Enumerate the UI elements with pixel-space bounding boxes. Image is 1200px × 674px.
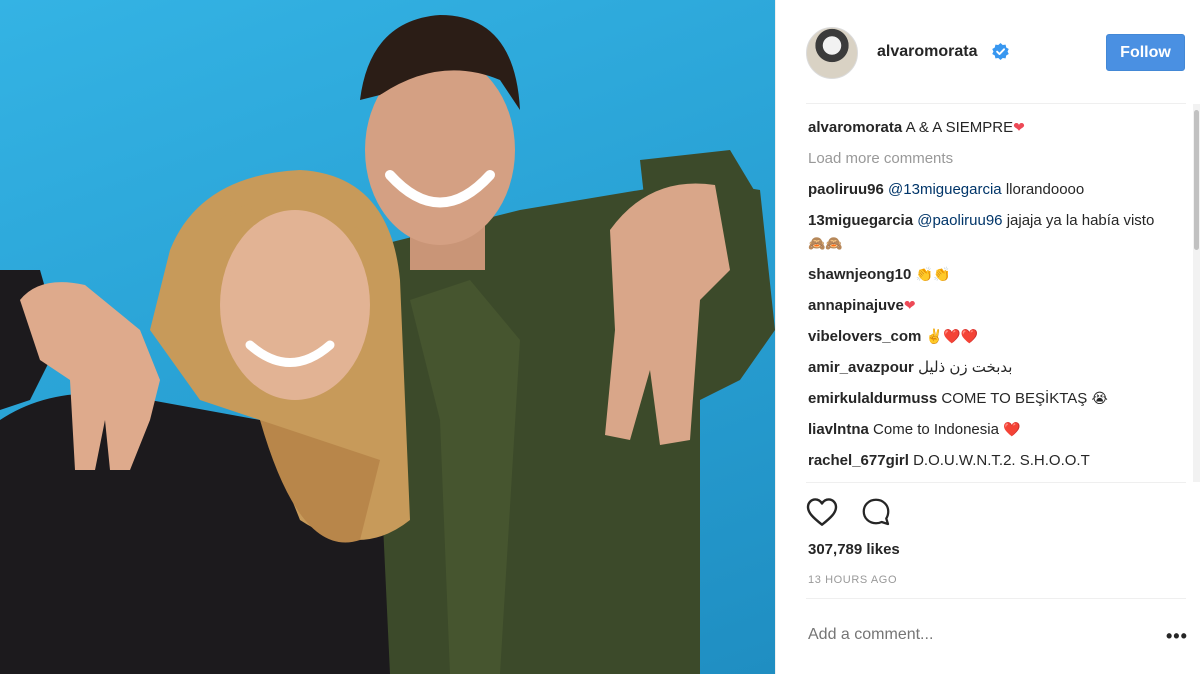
comment-emoji: ✌️❤️❤️ [925,328,978,344]
comment-text: jajaja ya la había visto [1006,212,1155,229]
verified-badge-icon [992,43,1009,60]
comment-mention[interactable]: @13miguegarcia [888,181,1002,198]
post-header: alvaromorata Follow [776,0,1200,104]
comment-item: liavlntna Come to Indonesia ❤️ [808,418,1186,441]
comment-username[interactable]: amir_avazpour [808,359,914,376]
comment-emoji: 🙈🙈 [808,235,843,251]
comment-item: vibelovers_com ✌️❤️❤️ [808,325,1186,348]
comment-bubble-icon[interactable] [860,497,892,527]
comments-list: alvaromorata A & A SIEMPRE❤ Load more co… [808,116,1186,482]
comment-username[interactable]: 13miguegarcia [808,212,913,229]
comment-text: llorandoooo [1005,181,1085,198]
comment-username[interactable]: paoliruu96 [808,181,884,198]
comment-emoji: 👏👏 [915,266,951,282]
likes-count[interactable]: 307,789 likes [808,541,900,558]
comment-text: COME TO BEŞİKTAŞ [941,390,1088,407]
avatar[interactable] [806,27,858,79]
post-timestamp[interactable]: 13 HOURS AGO [808,574,897,586]
more-options-button[interactable]: ••• [1166,626,1188,647]
comment-username[interactable]: annapinajuve [808,297,904,314]
heart-icon[interactable] [806,497,838,527]
caption-heart-emoji: ❤ [1013,119,1025,135]
caption-text: A & A SIEMPRE [905,119,1014,136]
comment-item: amir_avazpour بدبخت زن ذلیل [808,356,1186,379]
post-photo[interactable] [0,0,775,674]
comment-item: emirkulaldurmuss COME TO BEŞİKTAŞ 😭 [808,387,1186,410]
comment-item: paoliruu96 @13miguegarcia llorandoooo [808,178,1186,201]
caption-username[interactable]: alvaromorata [808,119,902,136]
comment-item: shawnjeong10 👏👏 [808,263,1186,286]
comment-username[interactable]: shawnjeong10 [808,266,911,283]
header-divider [806,103,1186,104]
add-comment-input[interactable] [808,624,1108,646]
caption: alvaromorata A & A SIEMPRE❤ [808,116,1186,139]
comment-text: Come to Indonesia [873,421,999,438]
comment-username[interactable]: rachel_677girl [808,452,909,469]
comment-item: rachel_677girl D.O.U.W.N.T.2. S.H.O.O.T [808,449,1186,472]
comments-scrollbar[interactable] [1193,104,1200,482]
post-actions [806,497,910,529]
load-more-comments-link[interactable]: Load more comments [808,147,1186,170]
comment-item: annapinajuve❤ [808,294,1186,317]
comment-username[interactable]: liavlntna [808,421,869,438]
footer-divider [806,598,1186,599]
comment-item: 13miguegarcia @paoliruu96 jajaja ya la h… [808,209,1186,255]
comment-username[interactable]: emirkulaldurmuss [808,390,937,407]
comment-emoji: ❤️ [1003,421,1021,437]
post-username[interactable]: alvaromorata [877,43,978,61]
comment-emoji: 😭 [1091,390,1108,406]
post-photo-illustration [0,15,775,674]
comment-mention[interactable]: @paoliruu96 [917,212,1002,229]
post-side-panel: alvaromorata Follow alvaromorata A & A S… [775,0,1200,674]
comments-divider [806,482,1186,483]
scrollbar-thumb[interactable] [1194,110,1199,250]
comment-text: بدبخت زن ذلیل [918,359,1013,376]
comment-emoji: ❤ [903,297,916,313]
follow-button[interactable]: Follow [1106,34,1185,71]
comment-username[interactable]: vibelovers_com [808,328,921,345]
comment-text: D.O.U.W.N.T.2. S.H.O.O.T [913,452,1090,469]
